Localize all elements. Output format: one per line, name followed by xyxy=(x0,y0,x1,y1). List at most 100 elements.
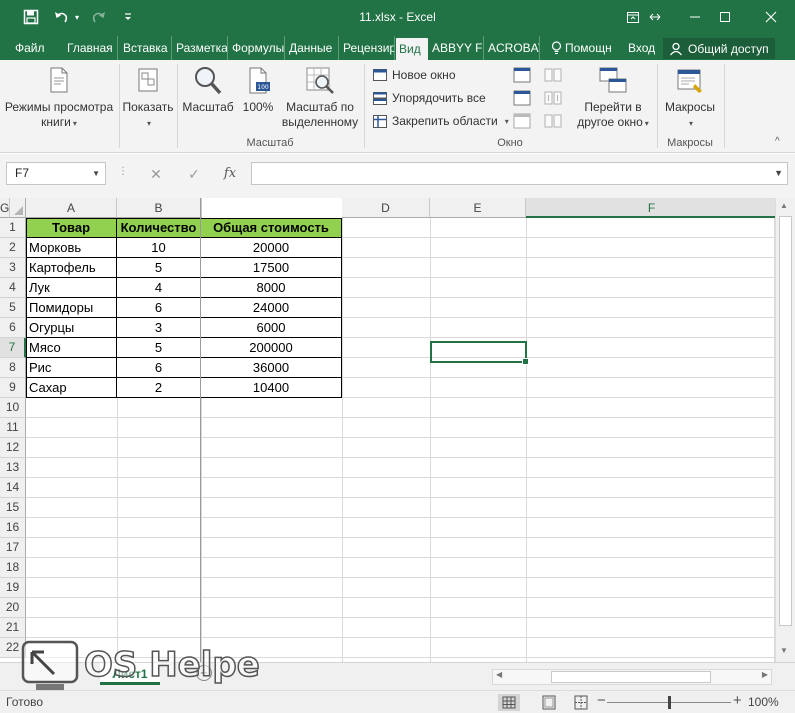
tab-abbyy[interactable]: ABBYY Fi xyxy=(429,36,484,60)
arrange-all-button[interactable]: Упорядочить все xyxy=(373,88,486,108)
zoom-to-selection-button[interactable]: Масштаб по выделенному xyxy=(280,66,360,130)
row-header-15[interactable]: 15 xyxy=(0,498,26,518)
tab-page-layout[interactable]: Разметка xyxy=(173,36,228,60)
confirm-entry-icon[interactable]: ✓ xyxy=(183,163,205,185)
page-layout-view-icon[interactable] xyxy=(538,694,560,711)
row-header-2[interactable]: 2 xyxy=(0,238,26,258)
zoom-button[interactable]: Масштаб xyxy=(180,66,236,115)
column-header-d[interactable]: D xyxy=(342,198,430,218)
sheet-tab[interactable]: Лист1 xyxy=(100,663,160,685)
name-box[interactable]: F7 ▼ xyxy=(6,162,106,185)
zoom-100-icon: 100 xyxy=(249,67,270,94)
tab-data[interactable]: Данные xyxy=(286,36,339,60)
share-button[interactable]: Общий доступ xyxy=(663,38,775,59)
row-header-4[interactable]: 4 xyxy=(0,278,26,298)
zoom-in-icon[interactable]: + xyxy=(733,692,742,709)
row-header-9[interactable]: 9 xyxy=(0,378,26,398)
hide-icon[interactable] xyxy=(513,90,531,106)
row-header-6[interactable]: 6 xyxy=(0,318,26,338)
scroll-right-icon[interactable]: ▶ xyxy=(762,670,768,679)
grid-row-line xyxy=(26,537,775,538)
column-header-f[interactable]: F xyxy=(526,198,775,218)
row-header-3[interactable]: 3 xyxy=(0,258,26,278)
horizontal-scrollbar[interactable]: ◀ ▶ xyxy=(492,669,772,685)
formula-input[interactable]: ▼ xyxy=(251,162,788,185)
sync-scroll-icon[interactable] xyxy=(544,90,562,106)
vertical-scroll-thumb[interactable] xyxy=(779,216,792,626)
redo-icon[interactable] xyxy=(88,6,110,28)
row-header-14[interactable]: 14 xyxy=(0,478,26,498)
row-header-20[interactable]: 20 xyxy=(0,598,26,618)
row-header-12[interactable]: 12 xyxy=(0,438,26,458)
scroll-down-icon[interactable]: ▼ xyxy=(780,646,788,655)
cancel-entry-icon[interactable]: ✕ xyxy=(145,163,167,185)
scroll-up-icon[interactable]: ▲ xyxy=(780,201,788,210)
row-header-10[interactable]: 10 xyxy=(0,398,26,418)
switch-windows-button[interactable]: Перейти в другое окно ▾ xyxy=(570,66,656,131)
workbook-views-icon xyxy=(50,67,68,93)
close-icon[interactable] xyxy=(756,6,786,28)
row-header-13[interactable]: 13 xyxy=(0,458,26,478)
zoom-selection-label-1: Масштаб по xyxy=(286,100,354,114)
tab-formulas[interactable]: Формулы xyxy=(229,36,285,60)
row-header-1[interactable]: 1 xyxy=(0,218,26,238)
resize-handle-icon[interactable]: ⋮ xyxy=(118,166,128,177)
column-header-g[interactable]: G xyxy=(0,198,11,218)
tab-view[interactable]: Вид xyxy=(396,38,428,60)
column-header-c[interactable]: C xyxy=(201,198,202,218)
minimize-icon[interactable] xyxy=(680,6,710,28)
save-icon[interactable] xyxy=(20,6,42,28)
grid-row-line xyxy=(26,657,775,658)
macros-button[interactable]: Макросы ▾ xyxy=(658,66,722,131)
zoom-level[interactable]: 100% xyxy=(748,695,779,709)
zoom-100-button[interactable]: 100 100% xyxy=(238,66,278,115)
tab-review[interactable]: Рецензир xyxy=(340,36,395,60)
tab-acrobat[interactable]: ACROBAT xyxy=(485,36,540,60)
row-header-18[interactable]: 18 xyxy=(0,558,26,578)
active-cell-selection[interactable] xyxy=(430,341,529,365)
row-header-22[interactable]: 22 xyxy=(0,638,26,658)
row-header-7[interactable]: 7 xyxy=(0,338,26,358)
undo-icon[interactable] xyxy=(50,6,72,28)
column-header-e[interactable]: E xyxy=(430,198,526,218)
zoom-slider-thumb[interactable] xyxy=(668,696,671,709)
new-window-icon xyxy=(373,69,387,81)
unhide-icon[interactable] xyxy=(513,113,531,129)
normal-view-icon[interactable] xyxy=(498,694,520,711)
worksheet-grid[interactable]: ABCDEFG 12345678910111213141516171819202… xyxy=(0,198,775,662)
scroll-left-icon[interactable]: ◀ xyxy=(496,670,502,679)
new-window-button[interactable]: Новое окно xyxy=(373,65,456,85)
horizontal-scroll-thumb[interactable] xyxy=(551,671,711,683)
workbook-views-button[interactable]: Режимы просмотра книги ▾ xyxy=(2,66,116,131)
row-header-21[interactable]: 21 xyxy=(0,618,26,638)
sign-in-link[interactable]: Вход xyxy=(625,36,659,60)
tell-me-label: Помощн xyxy=(565,41,612,55)
row-header-11[interactable]: 11 xyxy=(0,418,26,438)
page-break-view-icon[interactable] xyxy=(570,694,592,711)
tell-me-box[interactable]: Помощн xyxy=(548,36,620,60)
zoom-out-icon[interactable]: − xyxy=(597,692,606,709)
view-side-by-side-icon[interactable] xyxy=(544,67,562,83)
column-header-b[interactable]: B xyxy=(117,198,201,218)
tab-file[interactable]: Файл xyxy=(12,36,52,60)
row-header-16[interactable]: 16 xyxy=(0,518,26,538)
undo-dropdown-icon[interactable]: ▾ xyxy=(72,6,82,28)
freeze-panes-button[interactable]: Закрепить области ▾ xyxy=(373,111,509,131)
split-icon[interactable] xyxy=(513,67,531,83)
row-header-19[interactable]: 19 xyxy=(0,578,26,598)
maximize-icon[interactable] xyxy=(710,6,740,28)
row-header-8[interactable]: 8 xyxy=(0,358,26,378)
show-button[interactable]: Показать ▾ xyxy=(120,66,176,131)
tab-home[interactable]: Главная xyxy=(64,36,118,60)
column-header-a[interactable]: A xyxy=(26,198,117,218)
collapse-ribbon-icon[interactable]: ^ xyxy=(775,136,780,147)
reset-window-position-icon[interactable] xyxy=(544,113,562,129)
tab-insert[interactable]: Вставка xyxy=(120,36,172,60)
insert-function-icon[interactable]: fx xyxy=(219,163,241,185)
row-header-17[interactable]: 17 xyxy=(0,538,26,558)
row-header-5[interactable]: 5 xyxy=(0,298,26,318)
add-sheet-icon[interactable]: + xyxy=(196,665,212,681)
touch-mode-icon[interactable] xyxy=(640,6,670,28)
customize-qat-icon[interactable] xyxy=(120,6,136,28)
vertical-scrollbar[interactable]: ▲ ▼ xyxy=(775,198,795,662)
